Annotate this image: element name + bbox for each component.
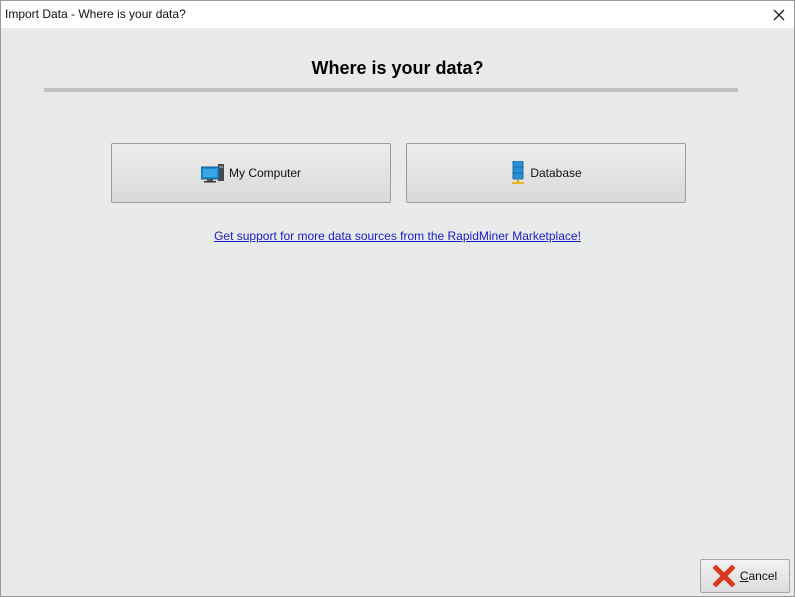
marketplace-link[interactable]: Get support for more data sources from t… bbox=[1, 229, 794, 243]
red-x-icon bbox=[712, 565, 735, 587]
heading-separator bbox=[44, 88, 738, 92]
my-computer-label: My Computer bbox=[228, 166, 302, 180]
database-button[interactable]: Database bbox=[406, 143, 686, 203]
page-heading: Where is your data? bbox=[311, 58, 484, 78]
database-label: Database bbox=[530, 166, 582, 180]
database-icon bbox=[512, 161, 525, 184]
window-title: Import Data - Where is your data? bbox=[5, 7, 186, 21]
close-icon bbox=[773, 9, 785, 20]
import-data-dialog: Import Data - Where is your data? Where … bbox=[0, 0, 795, 597]
cancel-label: Cancel bbox=[739, 569, 778, 583]
my-computer-button[interactable]: My Computer bbox=[111, 143, 391, 203]
title-bar: Import Data - Where is your data? bbox=[1, 1, 794, 28]
computer-icon bbox=[200, 164, 224, 183]
cancel-button[interactable]: Cancel bbox=[700, 559, 790, 593]
close-button[interactable] bbox=[764, 1, 794, 28]
